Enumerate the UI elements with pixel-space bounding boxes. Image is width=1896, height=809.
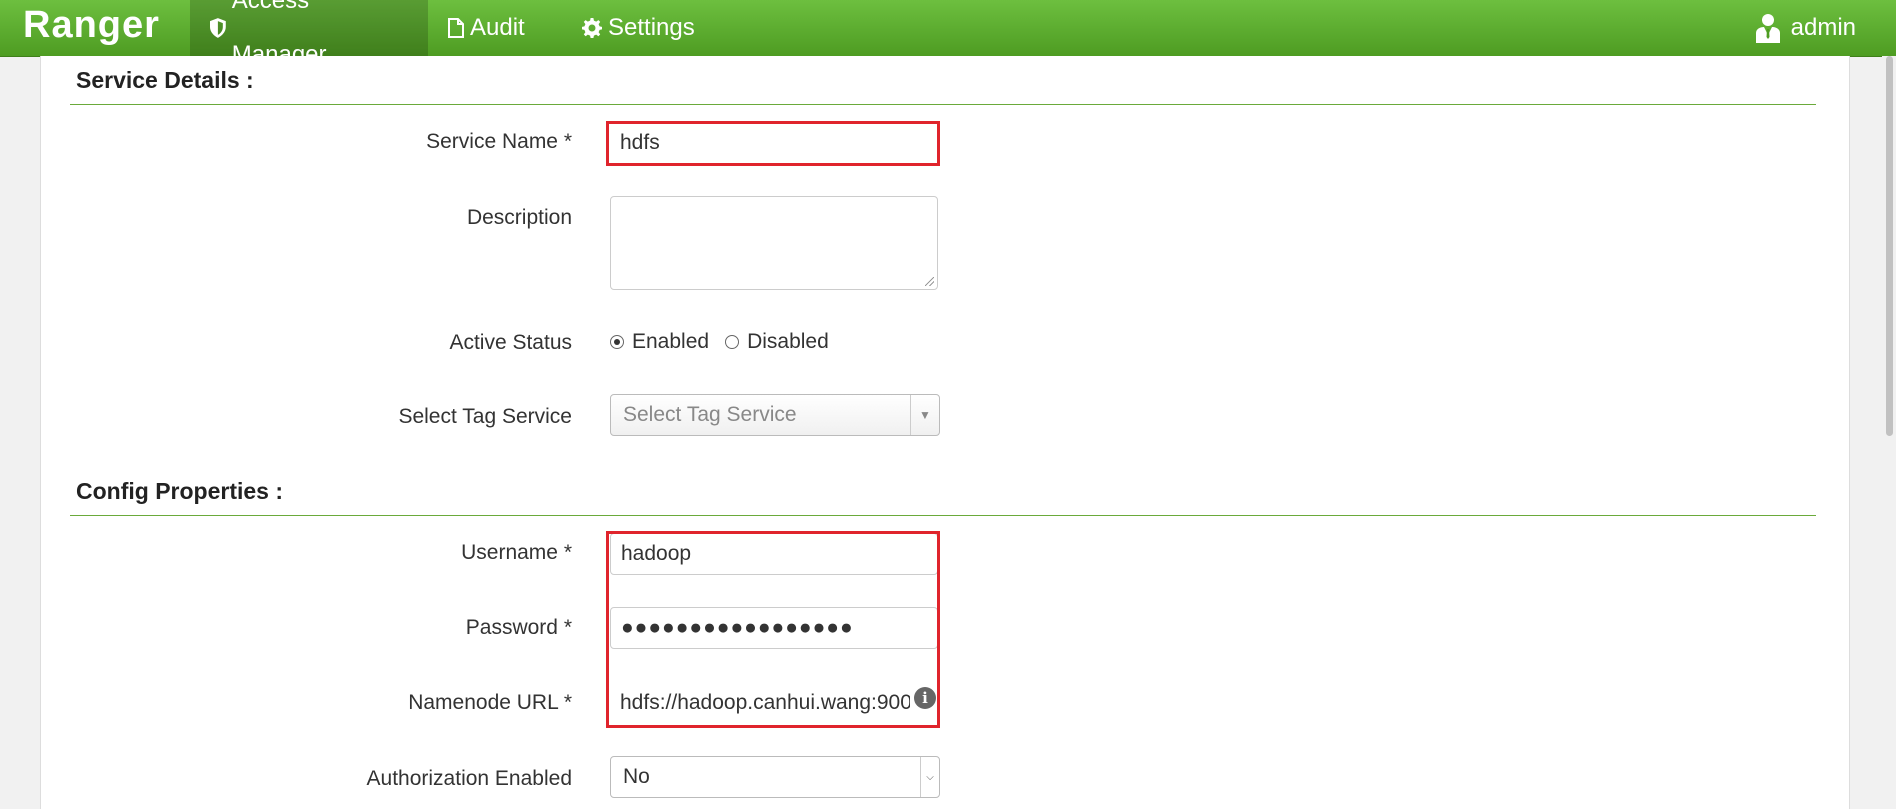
chevron-down-icon[interactable]: ⌵ (920, 757, 939, 797)
password-label: Password * (465, 616, 572, 639)
service-name-highlight (606, 121, 940, 166)
content-panel (40, 56, 1850, 809)
user-icon (1755, 14, 1780, 43)
radio-enabled[interactable] (610, 335, 624, 349)
authorization-enabled-select[interactable]: No ⌵ (610, 756, 940, 798)
radio-disabled-label[interactable]: Disabled (747, 330, 829, 354)
active-status-label: Active Status (449, 331, 572, 354)
radio-disabled[interactable] (725, 335, 740, 349)
config-credentials-highlight (606, 531, 940, 728)
active-status-radio-group: Enabled Disabled (610, 329, 845, 355)
user-menu[interactable]: admin (1755, 0, 1856, 56)
chevron-down-icon[interactable]: ▼ (910, 395, 939, 435)
description-label: Description (466, 206, 572, 229)
page-scrollbar[interactable] (1882, 56, 1896, 809)
service-name-label: Service Name * (426, 130, 572, 153)
nav-audit-label: Audit (470, 14, 525, 41)
service-details-divider (70, 104, 1816, 105)
config-properties-divider (70, 515, 1816, 516)
gear-icon (582, 18, 602, 38)
authorization-enabled-value: No (623, 765, 650, 788)
namenode-url-label: Namenode URL * (408, 691, 572, 714)
config-properties-heading: Config Properties : (76, 478, 284, 504)
tag-service-select[interactable]: Select Tag Service ▼ (610, 394, 940, 436)
nav-settings-label: Settings (608, 14, 695, 41)
radio-enabled-label[interactable]: Enabled (632, 330, 709, 354)
file-icon (448, 18, 464, 38)
tag-service-placeholder: Select Tag Service (623, 403, 797, 426)
tag-service-label: Select Tag Service (398, 405, 572, 428)
resize-grip-icon[interactable] (925, 277, 934, 286)
shield-icon (210, 18, 226, 38)
user-name: admin (1790, 14, 1856, 41)
description-textarea[interactable] (610, 196, 938, 290)
nav-audit[interactable]: Audit (428, 0, 568, 56)
top-navbar: Ranger Access Manager Audit Settings adm… (0, 0, 1896, 68)
username-label: Username * (461, 541, 572, 564)
nav-settings[interactable]: Settings (562, 0, 722, 56)
nav-access-manager[interactable]: Access Manager (190, 0, 428, 68)
service-details-heading: Service Details : (76, 67, 254, 93)
authorization-enabled-label: Authorization Enabled (366, 767, 572, 790)
brand-logo[interactable]: Ranger (23, 4, 160, 47)
scrollbar-thumb[interactable] (1886, 56, 1893, 436)
